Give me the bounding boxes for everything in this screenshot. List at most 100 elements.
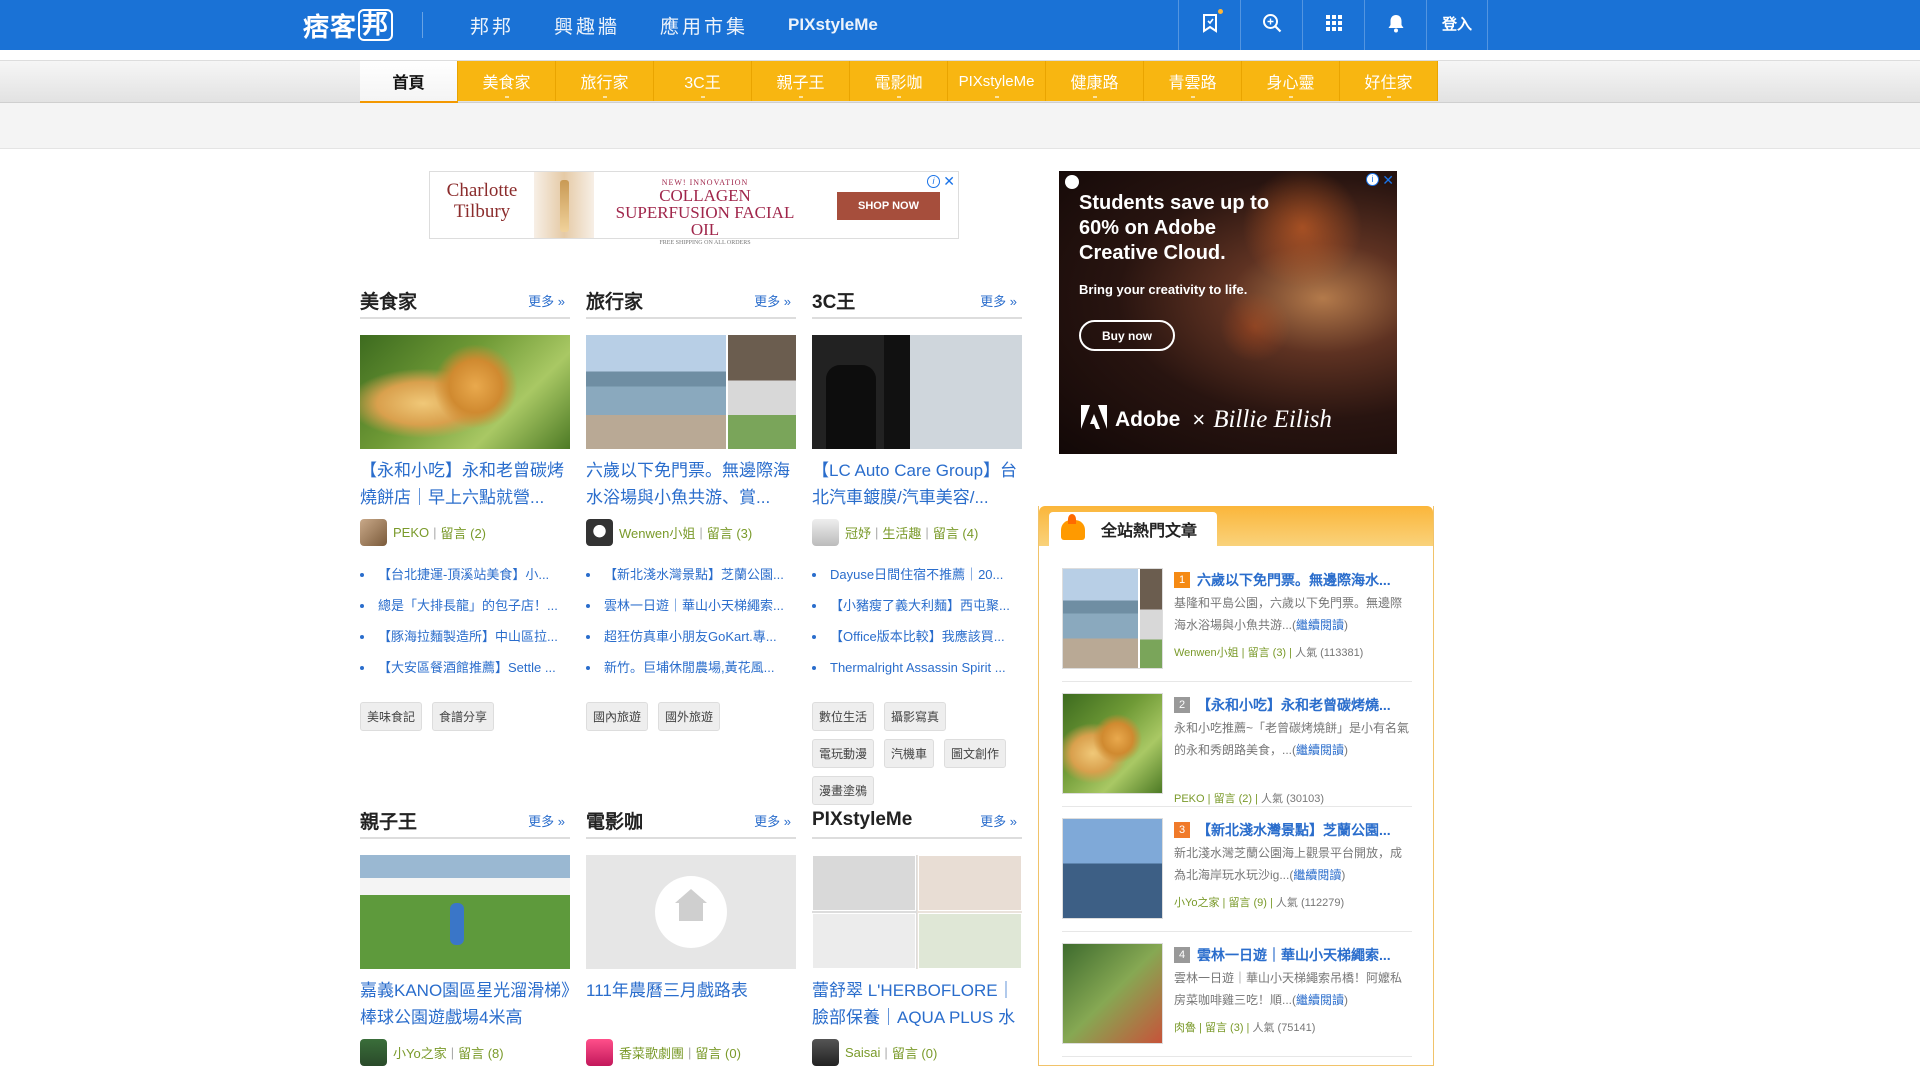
article-thumbnail[interactable] xyxy=(812,855,1022,969)
article-title[interactable]: 嘉義KANO園區星光溜滑梯》棒球公園遊戲場4米高 xyxy=(360,977,570,1031)
author-link[interactable]: Wenwen小姐 xyxy=(619,523,695,542)
tag[interactable]: 美味食記 xyxy=(360,702,423,731)
hot-article-title[interactable]: 【永和小吃】永和老曾碳烤燒... xyxy=(1197,695,1412,715)
avatar[interactable] xyxy=(812,1039,839,1066)
article-title[interactable]: 六歲以下免門票。無邊際海水浴場與小魚共游、賞... xyxy=(586,457,796,511)
comment-count[interactable]: 留言 (0) xyxy=(892,1043,938,1062)
channel-tab-parenting[interactable]: 親子王 xyxy=(752,61,850,101)
tag[interactable]: 數位生活 xyxy=(812,702,875,731)
list-item[interactable]: 雲林一日遊｜華山小天梯繩索... xyxy=(586,597,796,628)
article-thumbnail[interactable] xyxy=(360,335,570,449)
nav-link-pixstyleme[interactable]: PIXstyleMe xyxy=(788,15,878,35)
author-link[interactable]: PEKO xyxy=(393,525,429,540)
hot-article-thumbnail[interactable] xyxy=(1062,693,1163,794)
hot-article-thumbnail[interactable] xyxy=(1062,943,1163,1044)
list-item[interactable]: 【小豬瘦了義大利麵】西屯聚... xyxy=(812,597,1022,628)
channel-tab-pixstyleme[interactable]: PIXstyleMe xyxy=(948,61,1046,101)
avatar[interactable] xyxy=(360,519,387,546)
list-item[interactable]: 【Office版本比較】我應該買... xyxy=(812,628,1022,659)
read-more-link[interactable]: 繼續閱讀 xyxy=(1296,618,1344,632)
tag[interactable]: 電玩動漫 xyxy=(812,739,875,768)
article-title[interactable]: 蕾舒翠 L'HERBOFLORE｜臉部保養｜AQUA PLUS 水 xyxy=(812,977,1022,1031)
comment-count[interactable]: 留言 (3) xyxy=(1248,647,1287,659)
hot-article-title[interactable]: 六歲以下免門票。無邊際海水... xyxy=(1197,570,1412,590)
notifications-button[interactable] xyxy=(1364,0,1426,50)
comment-count[interactable]: 留言 (4) xyxy=(933,523,979,542)
channel-tab-health[interactable]: 健康路 xyxy=(1046,61,1144,101)
article-title[interactable]: 111年農曆三月戲路表 xyxy=(586,977,796,1031)
list-item[interactable]: 【大安區餐酒館推薦】Settle ... xyxy=(360,659,570,690)
read-more-link[interactable]: 繼續閱讀 xyxy=(1293,868,1341,882)
hot-article-thumbnail[interactable] xyxy=(1062,818,1163,919)
avatar[interactable] xyxy=(812,519,839,546)
tag[interactable]: 漫畫塗鴉 xyxy=(812,776,875,805)
author-link[interactable]: 冠妤 xyxy=(845,523,871,542)
channel-tab-mind[interactable]: 身心靈 xyxy=(1242,61,1340,101)
list-item[interactable]: 【台北捷運-頂溪站美食】小... xyxy=(360,566,570,597)
list-item[interactable]: Dayuse日間住宿不推薦｜20... xyxy=(812,566,1022,597)
hot-article-title[interactable]: 【新北淺水灣景點】芝蘭公園... xyxy=(1197,820,1412,840)
tag[interactable]: 食譜分享 xyxy=(432,702,495,731)
channel-tab-home-living[interactable]: 好住家 xyxy=(1340,61,1438,101)
comment-count[interactable]: 留言 (0) xyxy=(695,1043,741,1062)
channel-tab-3c[interactable]: 3C王 xyxy=(654,61,752,101)
read-more-link[interactable]: 繼續閱讀 xyxy=(1296,993,1344,1007)
author-link[interactable]: Wenwen小姐 xyxy=(1174,647,1239,659)
login-button[interactable]: 登入 xyxy=(1426,0,1488,50)
comment-count[interactable]: 留言 (2) xyxy=(441,523,487,542)
channel-tab-movies[interactable]: 電影咖 xyxy=(850,61,948,101)
comment-count[interactable]: 留言 (9) xyxy=(1228,897,1267,909)
more-link[interactable]: 更多 » xyxy=(980,811,1017,830)
ad-shop-now-button[interactable]: SHOP NOW xyxy=(837,192,940,220)
article-thumbnail[interactable] xyxy=(586,335,796,449)
more-link[interactable]: 更多 » xyxy=(754,811,791,830)
banner-ad[interactable]: Charlotte Tilbury NEW! INNOVATION COLLAG… xyxy=(429,171,959,246)
author-link[interactable]: 香菜歌劇團 xyxy=(619,1043,684,1062)
author-subcategory[interactable]: 生活趣 xyxy=(882,523,921,542)
channel-tab-food[interactable]: 美食家 xyxy=(458,61,556,101)
tag[interactable]: 國外旅遊 xyxy=(658,702,721,731)
more-link[interactable]: 更多 » xyxy=(980,291,1017,310)
ad-buy-now-button[interactable]: Buy now xyxy=(1079,320,1175,351)
more-link[interactable]: 更多 » xyxy=(754,291,791,310)
author-link[interactable]: 小Yo之家 xyxy=(1174,897,1219,909)
author-link[interactable]: PEKO xyxy=(1174,793,1205,805)
nav-link-app-market[interactable]: 應用市集 xyxy=(660,12,748,39)
avatar[interactable] xyxy=(586,519,613,546)
comment-count[interactable]: 留言 (3) xyxy=(707,523,753,542)
search-button[interactable] xyxy=(1240,0,1302,50)
list-item[interactable]: 【豚海拉麵製造所】中山區拉... xyxy=(360,628,570,659)
article-thumbnail[interactable] xyxy=(812,335,1022,449)
tag[interactable]: 國內旅遊 xyxy=(586,702,649,731)
hot-article-thumbnail[interactable] xyxy=(1062,568,1163,669)
tag[interactable]: 圖文創作 xyxy=(944,739,1007,768)
bookmark-button[interactable] xyxy=(1178,0,1240,50)
nav-link-interest-wall[interactable]: 興趣牆 xyxy=(554,12,620,39)
close-ad-icon[interactable]: ✕ xyxy=(1382,172,1394,189)
author-link[interactable]: Saisai xyxy=(845,1045,880,1060)
more-link[interactable]: 更多 » xyxy=(528,291,565,310)
comment-count[interactable]: 留言 (3) xyxy=(1205,1022,1244,1034)
more-link[interactable]: 更多 » xyxy=(528,811,565,830)
hot-article-title[interactable]: 雲林一日遊｜華山小天梯繩索... xyxy=(1197,945,1412,965)
adchoices-icon[interactable]: i xyxy=(927,175,940,188)
channel-tab-travel[interactable]: 旅行家 xyxy=(556,61,654,101)
channel-tab-home[interactable]: 首頁 xyxy=(360,61,458,104)
channel-tab-career[interactable]: 青雲路 xyxy=(1144,61,1242,101)
adchoices-icon[interactable]: i xyxy=(1366,173,1379,186)
article-title[interactable]: 【LC Auto Care Group】台北汽車鍍膜/汽車美容/... xyxy=(812,457,1022,511)
apps-button[interactable] xyxy=(1302,0,1364,50)
nav-link-bangbang[interactable]: 邦邦 xyxy=(470,12,514,39)
pixnet-logo[interactable]: 痞客邦 xyxy=(303,8,394,43)
author-link[interactable]: 小Yo之家 xyxy=(393,1043,447,1062)
avatar[interactable] xyxy=(360,1039,387,1066)
list-item[interactable]: 超狂仿真車小朋友GoKart.專... xyxy=(586,628,796,659)
author-link[interactable]: 肉魯 xyxy=(1174,1022,1196,1034)
comment-count[interactable]: 留言 (2) xyxy=(1214,793,1253,805)
tag[interactable]: 攝影寫真 xyxy=(884,702,947,731)
hot-articles-tab[interactable]: 全站熱門文章 xyxy=(1049,512,1217,546)
tag[interactable]: 汽機車 xyxy=(884,739,935,768)
placeholder-thumbnail[interactable] xyxy=(586,855,796,969)
list-item[interactable]: 新竹。巨埔休閒農場,黃花風... xyxy=(586,659,796,690)
avatar[interactable] xyxy=(586,1039,613,1066)
